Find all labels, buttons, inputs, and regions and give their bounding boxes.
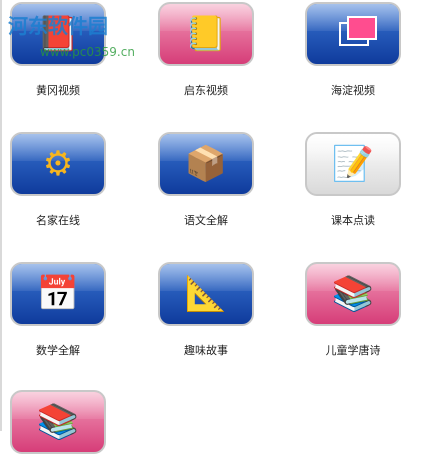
app-tile-keben[interactable]: 📝 xyxy=(303,130,403,198)
calendar-icon: 📅 xyxy=(10,262,106,326)
left-divider xyxy=(0,0,2,431)
books-icon: 📦 xyxy=(158,132,254,196)
app-label: 数学全解 xyxy=(36,344,80,357)
app-label: 课本点读 xyxy=(331,214,375,227)
app-tile-quwei[interactable]: 📐 xyxy=(156,260,256,328)
layers-icon xyxy=(305,2,401,66)
watermark-text: 河东软件园 xyxy=(8,14,108,38)
app-label: 海淀视频 xyxy=(331,84,375,97)
app-tile-mingjia[interactable]: ⚙ xyxy=(8,130,108,198)
drawing-tools-icon: 📐 xyxy=(158,262,254,326)
app-label: 儿童学唐诗 xyxy=(325,344,381,357)
pencil-book-icon: 📒 xyxy=(158,2,254,66)
gear-icon: ⚙ xyxy=(10,132,106,196)
app-label: 名家在线 xyxy=(36,214,80,227)
app-tile-yuwen[interactable]: 📦 xyxy=(156,130,256,198)
book-stack-icon: 📚 xyxy=(305,262,401,326)
app-label: 黄冈视频 xyxy=(36,84,80,97)
app-tile-tangshi[interactable]: 📚 xyxy=(303,260,403,328)
app-tile-shuxue[interactable]: 📅 xyxy=(8,260,108,328)
book-stack-icon: 📚 xyxy=(10,390,106,454)
app-label: 趣味故事 xyxy=(184,344,228,357)
app-tile-haidian[interactable] xyxy=(303,0,403,68)
document-pen-icon: 📝 xyxy=(305,132,401,196)
watermark-url: www.pc0359.cn xyxy=(40,45,135,59)
app-label: 启东视频 xyxy=(184,84,228,97)
app-label: 语文全解 xyxy=(184,214,228,227)
app-tile-partial[interactable]: 📚 xyxy=(8,388,108,456)
app-tile-qidong[interactable]: 📒 xyxy=(156,0,256,68)
